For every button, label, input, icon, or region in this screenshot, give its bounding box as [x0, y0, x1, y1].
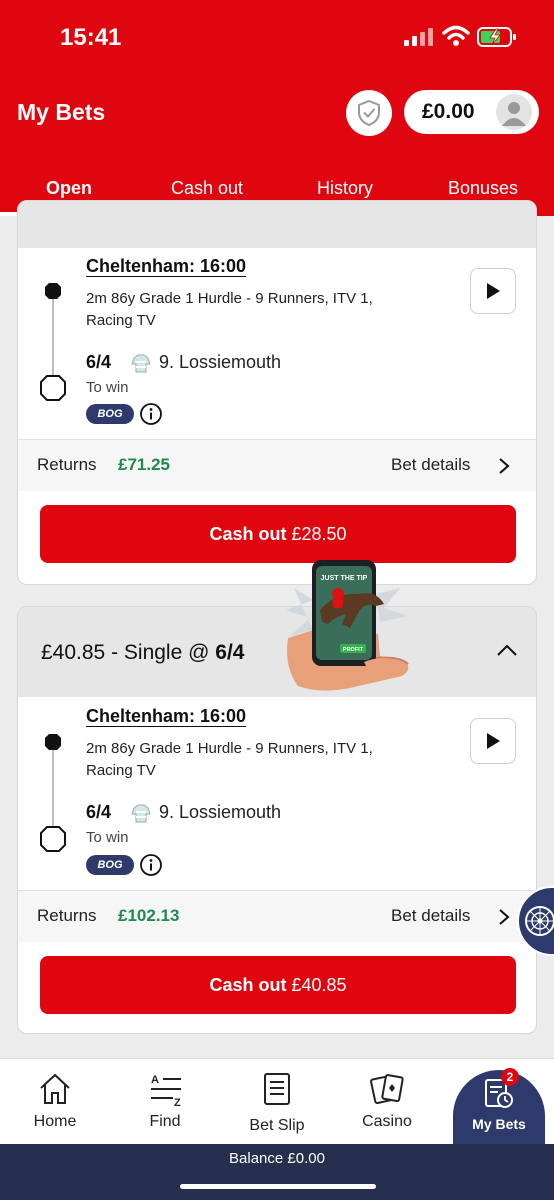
bottom-nav: Home A Z Find Bet Slip Casino 2 My Bets	[0, 1058, 554, 1144]
promo-button-text: PROFIT	[343, 647, 364, 653]
bet-card: Cheltenham: 16:00 2m 86y Grade 1 Hurdle …	[17, 200, 537, 585]
leg-start-marker-icon	[45, 283, 61, 299]
footer-balance-text: Balance £0.00	[229, 1150, 325, 1167]
balance-amount: £0.00	[422, 100, 475, 123]
bet-details-link[interactable]: Bet details	[391, 455, 470, 475]
app-header: 15:41 My Bets £0.00 Open Cash out Histor…	[0, 0, 554, 216]
watch-stream-button[interactable]	[470, 268, 516, 314]
promo-sticker-image: JUST THE TIP PROFIT	[286, 560, 409, 691]
selection-odds: 6/4	[86, 352, 112, 372]
bet-type: To win	[86, 379, 129, 396]
leg-start-marker-icon	[45, 734, 61, 750]
leg-timeline	[52, 291, 54, 387]
bet-details-link[interactable]: Bet details	[391, 906, 470, 926]
chevron-up-icon[interactable]	[496, 643, 518, 657]
leg-end-marker-icon	[40, 375, 66, 401]
account-balance-button[interactable]: £0.00	[404, 90, 539, 134]
watch-stream-button[interactable]	[470, 718, 516, 764]
user-icon	[502, 102, 526, 126]
event-name[interactable]: Cheltenham: 16:00	[86, 706, 246, 727]
home-icon	[40, 1073, 70, 1104]
nav-find[interactable]: A Z Find	[110, 1059, 220, 1145]
status-bar: 15:41	[0, 0, 554, 70]
event-name[interactable]: Cheltenham: 16:00	[86, 256, 246, 277]
bog-badge: BOG	[86, 404, 134, 424]
cash-out-label: Cash out	[209, 975, 287, 995]
chevron-right-icon	[499, 909, 510, 925]
footer-balance-bar: Balance £0.00	[0, 1144, 554, 1200]
bog-badge: BOG	[86, 855, 134, 875]
wifi-icon	[442, 25, 470, 46]
selection-odds: 6/4	[86, 802, 112, 822]
returns-row: Returns £102.13 Bet details	[18, 890, 536, 942]
svg-text:A: A	[151, 1074, 159, 1086]
nav-bet-slip[interactable]: Bet Slip	[222, 1059, 332, 1145]
nav-find-label: Find	[149, 1113, 181, 1130]
nav-bet-slip-label: Bet Slip	[249, 1117, 305, 1134]
returns-value: £71.25	[118, 455, 170, 474]
battery-charging-icon	[477, 27, 516, 47]
nav-casino-label: Casino	[362, 1113, 412, 1130]
cards-icon	[370, 1074, 404, 1105]
returns-label: Returns	[37, 906, 97, 925]
tab-cash-out-label: Cash out	[170, 178, 244, 198]
play-icon	[487, 283, 500, 299]
tab-open-label: Open	[45, 178, 92, 198]
info-icon[interactable]	[140, 854, 162, 876]
cash-out-label: Cash out	[209, 524, 287, 544]
info-icon[interactable]	[140, 403, 162, 425]
a-z-icon: A Z	[151, 1074, 181, 1107]
selection-name: 9. Lossiemouth	[159, 802, 282, 822]
returns-row: Returns £71.25 Bet details	[18, 439, 536, 491]
jockey-silk-icon	[131, 804, 151, 823]
bet-card-header[interactable]	[18, 201, 536, 248]
bet-stake-type: £40.85 - Single @	[41, 641, 210, 664]
cash-out-value: £28.50	[291, 524, 347, 544]
tab-bonuses-label: Bonuses	[447, 178, 519, 198]
bet-type: To win	[86, 829, 129, 846]
cash-out-button[interactable]: Cash out £28.50	[40, 505, 516, 563]
returns-label: Returns	[37, 455, 97, 474]
bet-slip-icon	[264, 1073, 290, 1105]
cash-out-value: £40.85	[291, 975, 347, 995]
nav-casino[interactable]: Casino	[332, 1059, 442, 1145]
bet-card-header[interactable]: £40.85 - Single @ 6/4	[18, 607, 536, 697]
promo-screen-text: JUST THE TIP	[321, 575, 368, 582]
bet-header-odds: 6/4	[215, 641, 245, 664]
chevron-right-icon	[499, 458, 510, 474]
nav-my-bets-label: My Bets	[472, 1116, 526, 1132]
nav-my-bets[interactable]: 2 My Bets	[453, 1068, 545, 1144]
my-bets-count-badge: 2	[501, 1068, 519, 1086]
status-time: 15:41	[60, 24, 122, 51]
safer-gambling-button[interactable]	[346, 90, 392, 136]
roulette-wheel-icon	[525, 906, 554, 936]
avatar	[496, 94, 532, 130]
nav-home[interactable]: Home	[0, 1059, 110, 1145]
tab-history-label: History	[316, 178, 373, 198]
returns-value: £102.13	[118, 906, 180, 925]
bet-summary: £40.85 - Single @ 6/4	[41, 641, 244, 665]
home-indicator[interactable]	[180, 1184, 376, 1189]
bet-card: £40.85 - Single @ 6/4 Cheltenham: 16:00 …	[17, 606, 537, 1034]
nav-home-label: Home	[33, 1113, 77, 1130]
play-icon	[487, 733, 500, 749]
cash-out-button[interactable]: Cash out £40.85	[40, 956, 516, 1014]
signal-icon	[404, 28, 433, 46]
leg-end-marker-icon	[40, 826, 66, 852]
page-title: My Bets	[17, 99, 106, 125]
selection-name: 9. Lossiemouth	[159, 352, 282, 372]
shield-check-icon	[358, 99, 380, 127]
jockey-silk-icon	[131, 354, 151, 373]
svg-text:Z: Z	[174, 1097, 181, 1107]
event-description: 2m 86y Grade 1 Hurdle - 9 Runners, ITV 1…	[86, 740, 373, 779]
event-description: 2m 86y Grade 1 Hurdle - 9 Runners, ITV 1…	[86, 290, 373, 329]
